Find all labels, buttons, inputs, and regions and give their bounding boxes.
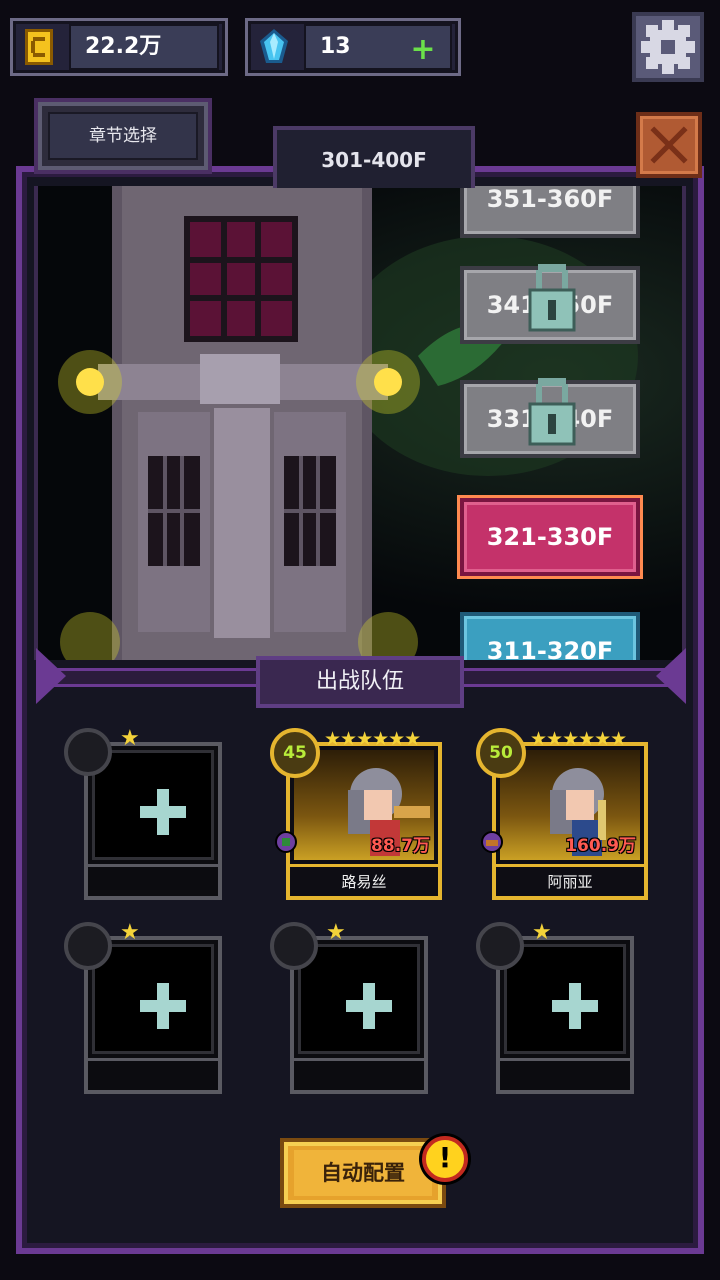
level-badge-empty	[64, 922, 112, 970]
star-icon: ★	[120, 726, 140, 751]
alert-icon: !	[422, 1136, 468, 1182]
lock-icon	[528, 378, 576, 446]
lock-icon	[528, 264, 576, 332]
add-hero-icon	[140, 983, 186, 1029]
floor-button[interactable]: 351-360F	[460, 186, 640, 238]
hero-level: 45	[270, 728, 320, 778]
hero-stars: ★★★★★★	[530, 728, 627, 750]
gem-value: 13 +	[304, 24, 452, 70]
slot-inner	[298, 944, 420, 1054]
floor-button[interactable]: 331-340F	[460, 378, 640, 458]
class-icon	[275, 831, 297, 853]
add-gems-button[interactable]: +	[408, 35, 438, 66]
tower-view[interactable]: 351-360F 341-350F 331-340F 321-330F 311-…	[34, 186, 686, 660]
star-icon: ★	[532, 920, 552, 945]
hero-card[interactable]: 160.9万 阿丽亚 50 ★★★★★★	[476, 728, 648, 900]
gold-counter: 22.2万	[10, 18, 228, 76]
hero-name: 路易丝	[290, 864, 438, 896]
gold-value: 22.2万	[69, 24, 219, 70]
slot-inner	[504, 944, 626, 1054]
star-icon: ★	[326, 920, 346, 945]
chapter-select-button[interactable]: 章节选择	[34, 98, 212, 174]
gold-coin-icon	[25, 29, 53, 65]
class-icon	[481, 831, 503, 853]
floor-label: 351-360F	[486, 186, 614, 213]
slot-footer	[294, 1058, 424, 1090]
hero-card[interactable]: 88.7万 路易丝 45 ★★★★★★	[270, 728, 442, 900]
add-hero-icon	[552, 983, 598, 1029]
slot-inner	[92, 750, 214, 860]
gem-counter: 13 +	[245, 18, 461, 76]
gem-count: 13	[320, 34, 351, 59]
auto-config-button[interactable]: 自动配置	[280, 1138, 446, 1208]
add-hero-icon	[346, 983, 392, 1029]
floor-label: 321-330F	[486, 523, 614, 551]
level-badge-empty	[476, 922, 524, 970]
team-slot-empty[interactable]: ★	[270, 922, 428, 1094]
slot-inner	[92, 944, 214, 1054]
close-icon[interactable]	[636, 112, 702, 178]
chapter-select-label: 章节选择	[48, 112, 198, 160]
auto-config-label: 自动配置	[294, 1150, 432, 1196]
team-title: 出战队伍	[256, 656, 464, 708]
add-hero-icon	[140, 789, 186, 835]
blue-gem-icon	[260, 29, 288, 63]
floor-button-current[interactable]: 321-330F	[460, 498, 640, 576]
hero-level: 50	[476, 728, 526, 778]
gear-icon[interactable]	[632, 12, 704, 82]
floor-button[interactable]: 341-350F	[460, 264, 640, 344]
slot-footer	[88, 864, 218, 896]
team-slot-empty[interactable]: ★	[476, 922, 634, 1094]
team-slot-empty[interactable]: ★	[64, 728, 222, 900]
hero-stars: ★★★★★★	[324, 728, 421, 750]
level-badge-empty	[64, 728, 112, 776]
floor-range-title: 301-400F	[273, 126, 475, 188]
hero-name: 阿丽亚	[496, 864, 644, 896]
star-icon: ★	[120, 920, 140, 945]
slot-footer	[500, 1058, 630, 1090]
hero-power: 88.7万	[371, 836, 430, 856]
team-slot-empty[interactable]: ★	[64, 922, 222, 1094]
hero-power: 160.9万	[565, 836, 636, 856]
slot-footer	[88, 1058, 218, 1090]
level-badge-empty	[270, 922, 318, 970]
